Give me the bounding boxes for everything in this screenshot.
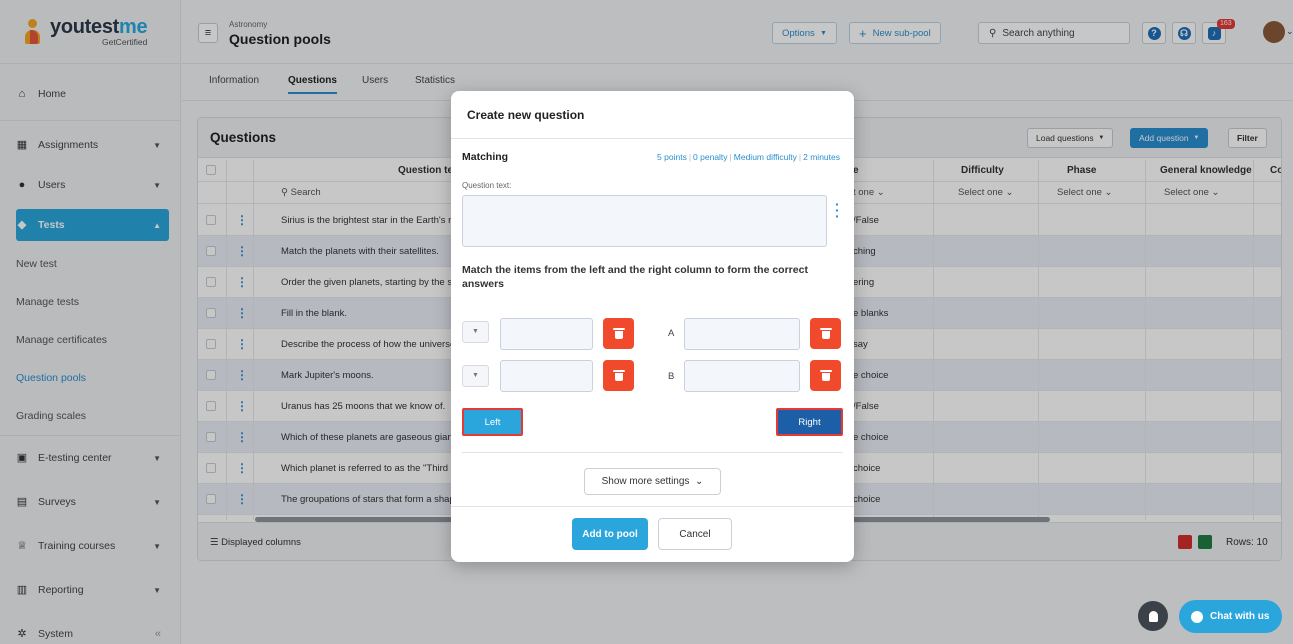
question-text-label: Question text: (462, 181, 512, 190)
show-more-settings-button[interactable]: Show more settings ⌄ (584, 468, 721, 495)
right-item-input-a[interactable] (684, 318, 800, 350)
create-question-modal: Create new question Matching 5 points | 0 … (451, 91, 854, 562)
delete-right-item-a-button[interactable] (810, 318, 841, 349)
difficulty-link[interactable]: Medium difficulty (734, 152, 797, 162)
delete-left-item-1-button[interactable] (603, 318, 634, 349)
time-link[interactable]: 2 minutes (803, 152, 840, 162)
tips-button[interactable] (1138, 601, 1168, 631)
right-item-letter-b: B (668, 371, 675, 382)
question-meta[interactable]: 5 points | 0 penalty | Medium difficulty | 2 m… (657, 152, 840, 162)
left-item-select-2[interactable]: ▼ (462, 365, 489, 387)
right-item-letter-a: A (668, 328, 675, 339)
delete-left-item-2-button[interactable] (603, 360, 634, 391)
points-link[interactable]: 5 points (657, 152, 687, 162)
trash-icon (612, 370, 625, 381)
chevron-down-icon: ⌄ (695, 476, 704, 487)
add-left-button[interactable]: Left (462, 408, 523, 436)
delete-right-item-b-button[interactable] (810, 360, 841, 391)
trash-icon (819, 370, 832, 381)
cancel-button[interactable]: Cancel (658, 518, 732, 550)
lightbulb-icon (1148, 610, 1158, 622)
trash-icon (612, 328, 625, 339)
more-options-icon[interactable]: · · · (835, 197, 840, 223)
left-item-input-1[interactable] (500, 318, 593, 350)
penalty-link[interactable]: 0 penalty (693, 152, 728, 162)
question-text-input[interactable] (462, 195, 827, 247)
chat-icon (1191, 610, 1203, 623)
right-item-input-b[interactable] (684, 360, 800, 392)
matching-instructions: Match the items from the left and the ri… (462, 264, 808, 290)
add-right-button[interactable]: Right (776, 408, 843, 436)
add-to-pool-button[interactable]: Add to pool (572, 518, 648, 550)
modal-title: Create new question (467, 108, 585, 122)
question-type: Matching (462, 151, 509, 163)
left-item-input-2[interactable] (500, 360, 593, 392)
trash-icon (819, 328, 832, 339)
left-item-select-1[interactable]: ▼ (462, 321, 489, 343)
chat-button[interactable]: Chat with us (1179, 600, 1282, 633)
